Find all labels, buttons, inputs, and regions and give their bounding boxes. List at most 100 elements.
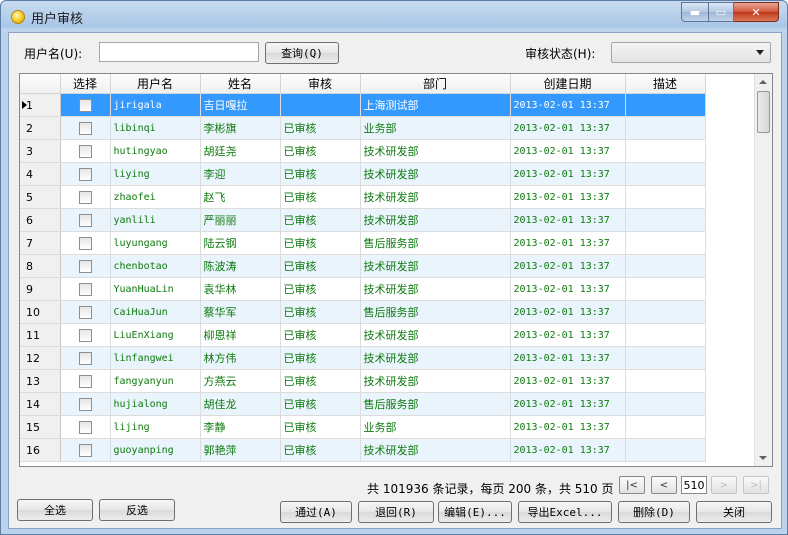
scroll-down-icon[interactable]	[759, 456, 767, 460]
name-cell[interactable]: 方燕云	[200, 369, 281, 393]
description-cell[interactable]	[625, 300, 706, 324]
username-cell[interactable]: hujialong	[110, 392, 201, 416]
username-cell[interactable]: lijing	[110, 415, 201, 439]
username-cell[interactable]: fangyanyun	[110, 369, 201, 393]
audit-cell[interactable]	[280, 93, 361, 117]
row-checkbox[interactable]	[78, 443, 92, 457]
audit-cell[interactable]: 已审核	[280, 139, 361, 163]
description-cell[interactable]	[625, 369, 706, 393]
table-row[interactable]: 16 guoyanping 郭艳萍 已审核 技术研发部 2013-02-01 13:37	[20, 438, 706, 462]
row-header[interactable]: 9	[20, 277, 61, 301]
query-button[interactable]: 查询(Q)	[265, 42, 339, 64]
table-row[interactable]: 2 libinqi 李彬旗 已审核 业务部 2013-02-01 13:37	[20, 116, 706, 140]
row-header[interactable]: 1	[20, 93, 61, 117]
name-cell[interactable]: 陈波涛	[200, 254, 281, 278]
username-cell[interactable]: zhaofei	[110, 185, 201, 209]
username-cell[interactable]: hutingyao	[110, 139, 201, 163]
row-header[interactable]: 6	[20, 208, 61, 232]
row-checkbox[interactable]	[78, 190, 92, 204]
username-cell[interactable]: CaiHuaJun	[110, 300, 201, 324]
scroll-thumb[interactable]	[757, 91, 770, 133]
created-date-cell[interactable]: 2013-02-01 13:37	[510, 277, 626, 301]
row-header[interactable]: 7	[20, 231, 61, 255]
created-date-cell[interactable]: 2013-02-01 13:37	[510, 231, 626, 255]
row-checkbox[interactable]	[78, 213, 92, 227]
row-checkbox[interactable]	[78, 236, 92, 250]
select-cell[interactable]	[60, 185, 111, 209]
created-date-cell[interactable]: 2013-02-01 13:37	[510, 369, 626, 393]
department-cell[interactable]: 技术研发部	[360, 208, 511, 232]
row-header[interactable]: 13	[20, 369, 61, 393]
select-cell[interactable]	[60, 231, 111, 255]
created-date-cell[interactable]: 2013-02-01 13:37	[510, 116, 626, 140]
select-cell[interactable]	[60, 139, 111, 163]
audit-cell[interactable]: 已审核	[280, 254, 361, 278]
audit-cell[interactable]: 已审核	[280, 208, 361, 232]
department-cell[interactable]: 技术研发部	[360, 162, 511, 186]
description-cell[interactable]	[625, 139, 706, 163]
name-cell[interactable]: 陆云钢	[200, 231, 281, 255]
last-page-button[interactable]: >|	[743, 476, 769, 494]
created-date-cell[interactable]: 2013-02-01 13:37	[510, 392, 626, 416]
select-cell[interactable]	[60, 415, 111, 439]
username-cell[interactable]: liying	[110, 162, 201, 186]
row-checkbox[interactable]	[78, 328, 92, 342]
select-cell[interactable]	[60, 346, 111, 370]
description-cell[interactable]	[625, 231, 706, 255]
username-cell[interactable]: chenbotao	[110, 254, 201, 278]
select-cell[interactable]	[60, 369, 111, 393]
description-cell[interactable]	[625, 93, 706, 117]
description-cell[interactable]	[625, 116, 706, 140]
title-bar[interactable]: 用户审核 ▬ ▭ ✕	[1, 1, 787, 31]
created-date-cell[interactable]: 2013-02-01 13:37	[510, 300, 626, 324]
description-cell[interactable]	[625, 346, 706, 370]
department-cell[interactable]: 业务部	[360, 415, 511, 439]
name-cell[interactable]: 李静	[200, 415, 281, 439]
username-cell[interactable]: guoyanping	[110, 438, 201, 462]
description-cell[interactable]	[625, 392, 706, 416]
department-cell[interactable]: 售后服务部	[360, 231, 511, 255]
username-cell[interactable]: LiuEnXiang	[110, 323, 201, 347]
table-row[interactable]: 9 YuanHuaLin 袁华林 已审核 技术研发部 2013-02-01 13:37	[20, 277, 706, 301]
row-header[interactable]: 4	[20, 162, 61, 186]
department-cell[interactable]: 技术研发部	[360, 323, 511, 347]
close-button[interactable]: 关闭	[696, 501, 772, 523]
column-header-select[interactable]: 选择	[60, 74, 111, 94]
created-date-cell[interactable]: 2013-02-01 13:37	[510, 323, 626, 347]
row-header[interactable]: 12	[20, 346, 61, 370]
description-cell[interactable]	[625, 438, 706, 462]
row-checkbox[interactable]	[78, 420, 92, 434]
column-header-created-date[interactable]: 创建日期	[510, 74, 626, 94]
table-row[interactable]: 14 hujialong 胡佳龙 已审核 售后服务部 2013-02-01 13:37	[20, 392, 706, 416]
department-cell[interactable]: 技术研发部	[360, 346, 511, 370]
name-cell[interactable]: 吉日嘎拉	[200, 93, 281, 117]
description-cell[interactable]	[625, 254, 706, 278]
description-cell[interactable]	[625, 415, 706, 439]
audit-cell[interactable]: 已审核	[280, 392, 361, 416]
table-row[interactable]: 1 jirigala 吉日嘎拉 上海测试部 2013-02-01 13:37	[20, 93, 706, 117]
created-date-cell[interactable]: 2013-02-01 13:37	[510, 438, 626, 462]
created-date-cell[interactable]: 2013-02-01 13:37	[510, 185, 626, 209]
row-checkbox[interactable]	[78, 374, 92, 388]
name-cell[interactable]: 郭艳萍	[200, 438, 281, 462]
name-cell[interactable]: 袁华林	[200, 277, 281, 301]
department-cell[interactable]: 技术研发部	[360, 277, 511, 301]
edit-button[interactable]: 编辑(E)...	[438, 501, 512, 523]
column-header-department[interactable]: 部门	[360, 74, 511, 94]
audit-cell[interactable]: 已审核	[280, 300, 361, 324]
audit-cell[interactable]: 已审核	[280, 116, 361, 140]
created-date-cell[interactable]: 2013-02-01 13:37	[510, 139, 626, 163]
row-checkbox[interactable]	[78, 397, 92, 411]
audit-cell[interactable]: 已审核	[280, 438, 361, 462]
table-row[interactable]: 15 lijing 李静 已审核 业务部 2013-02-01 13:37	[20, 415, 706, 439]
table-row[interactable]: 7 luyungang 陆云钢 已审核 售后服务部 2013-02-01 13:37	[20, 231, 706, 255]
select-cell[interactable]	[60, 392, 111, 416]
select-cell[interactable]	[60, 116, 111, 140]
username-cell[interactable]: yanlili	[110, 208, 201, 232]
row-checkbox[interactable]	[78, 167, 92, 181]
table-row[interactable]: 6 yanlili 严丽丽 已审核 技术研发部 2013-02-01 13:37	[20, 208, 706, 232]
select-cell[interactable]	[60, 323, 111, 347]
audit-cell[interactable]: 已审核	[280, 323, 361, 347]
row-checkbox[interactable]	[78, 98, 92, 112]
audit-status-select[interactable]	[611, 42, 771, 63]
